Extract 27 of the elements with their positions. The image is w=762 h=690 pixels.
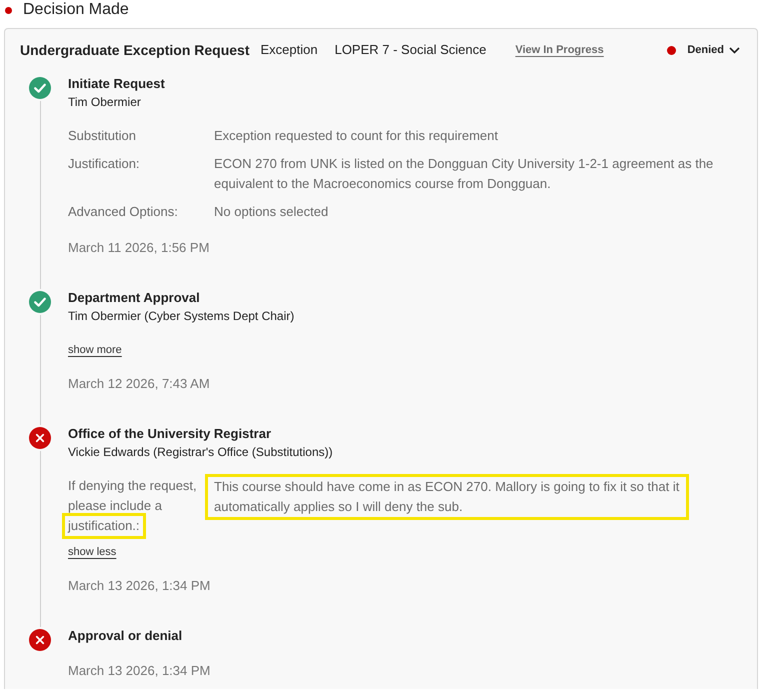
step-timestamp: March 11 2026, 1:56 PM (68, 239, 210, 257)
requirement-name: LOPER 7 - Social Science (334, 41, 486, 60)
step-timestamp: March 13 2026, 1:34 PM (68, 577, 212, 595)
step-title: Office of the University Registrar (68, 425, 272, 443)
toggle-link[interactable]: show more (68, 342, 122, 358)
request-title: Undergraduate Exception Request (20, 40, 250, 60)
step-timestamp: March 12 2026, 7:43 AM (68, 375, 211, 393)
field-value: ECON 270 from UNK is listed on the Dongguan City University 1-2-1 agreement as the equivalent to the Macroeconomics course from Dongguan. (213, 155, 714, 193)
step-title: Initiate Request (68, 75, 166, 93)
section-title: Decision Made (23, 0, 129, 20)
field-value: Exception requested to count for this requirement (213, 127, 499, 145)
step-title: Department Approval (68, 289, 201, 307)
field-label: Justification: (68, 155, 141, 173)
highlighted-label-text: justification.: (62, 513, 146, 539)
step-assignee: Tim Obermier (68, 94, 142, 111)
field-value: No options selected (213, 203, 330, 221)
request-type: Exception (260, 41, 318, 60)
field-value: This course should have come in as ECON 270. Mallory is going to fix it so that it automatically applies so I will deny the sub. (205, 474, 689, 520)
step-title: Approval or denial (68, 627, 184, 645)
step-assignee: Tim Obermier (Cyber Systems Dept Chair) (68, 308, 296, 325)
status-dropdown[interactable]: Denied (667, 42, 740, 58)
toggle-link[interactable]: show less (68, 544, 116, 560)
step-timestamp: March 13 2026, 1:34 PM (68, 662, 212, 680)
field-label: Advanced Options: (68, 203, 179, 221)
field-label: Substitution (68, 127, 137, 145)
step-assignee: Vickie Edwards (Registrar's Office (Substitutions)) (68, 444, 334, 461)
view-in-progress-link[interactable]: View In Progress (515, 42, 604, 58)
